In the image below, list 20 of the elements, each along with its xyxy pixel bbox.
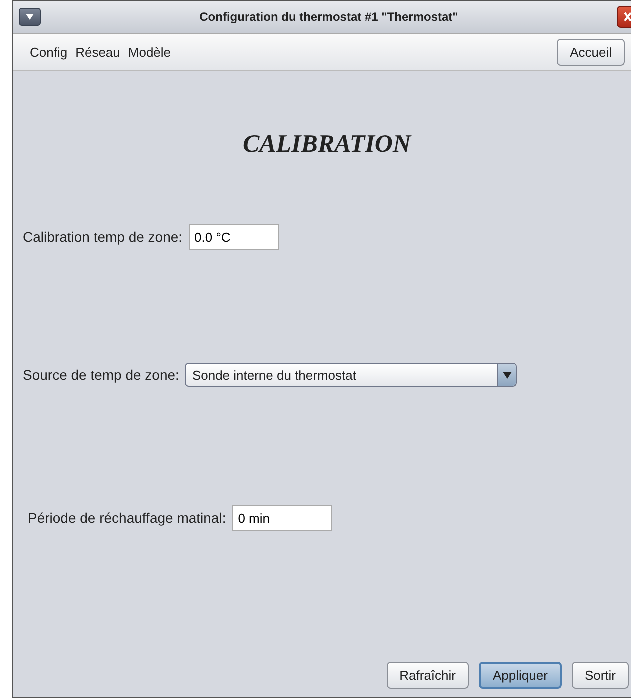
close-button[interactable] bbox=[617, 6, 631, 28]
dialog-button[interactable]: Sortir bbox=[572, 662, 629, 689]
menu-item[interactable]: Modèle bbox=[127, 44, 172, 60]
field-label: Calibration temp de zone: bbox=[23, 229, 183, 245]
close-icon bbox=[623, 11, 631, 23]
dialog-button[interactable]: Appliquer bbox=[479, 662, 562, 689]
menu-item[interactable]: Config bbox=[29, 44, 69, 60]
section-heading: CALIBRATION bbox=[242, 131, 413, 159]
dropdown[interactable]: Sonde interne du thermostat bbox=[185, 363, 518, 387]
field-label: Source de temp de zone: bbox=[23, 367, 180, 383]
caret-icon bbox=[502, 372, 512, 378]
window-title: Configuration du thermostat #1 "Thermostat" bbox=[198, 10, 460, 24]
window-menu-button[interactable] bbox=[19, 8, 41, 26]
input-field[interactable]: 0.0 °C bbox=[188, 224, 279, 250]
menu-item[interactable]: Réseau bbox=[74, 44, 122, 60]
triangle-down-icon bbox=[25, 13, 35, 21]
home-button[interactable]: Accueil bbox=[557, 38, 625, 66]
input-field[interactable]: 0 min bbox=[232, 505, 332, 531]
dialog-button[interactable]: Rafraîchir bbox=[386, 662, 469, 689]
field-label: Période de réchauffage matinal: bbox=[28, 510, 226, 526]
